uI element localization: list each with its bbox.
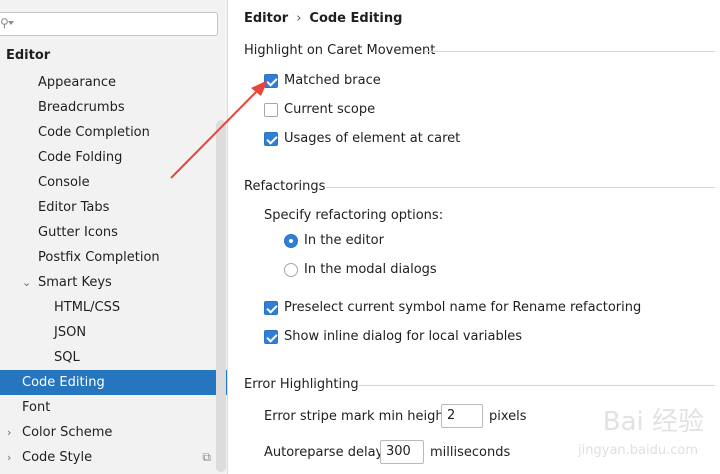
section-title-error-highlighting: Error Highlighting: [244, 377, 359, 392]
option-label: Show inline dialog for local variables: [284, 329, 523, 344]
tree-item-label: Code Style: [22, 450, 93, 465]
tree-item-editor-tabs[interactable]: Editor Tabs: [0, 195, 227, 220]
current-scope-checkbox[interactable]: [264, 103, 278, 117]
copy-icon: ⧉: [202, 450, 211, 464]
stripe-height-label: Error stripe mark min height:: [264, 409, 454, 424]
inline-dialog-checkbox[interactable]: [264, 330, 278, 344]
breadcrumb-root[interactable]: Editor: [244, 11, 288, 26]
tree-item-label: Code Completion: [38, 125, 150, 140]
search-input[interactable]: ⚲: [0, 12, 218, 36]
tree-item-postfix-completion[interactable]: Postfix Completion: [0, 245, 227, 270]
tree-item-label: Color Scheme: [22, 425, 113, 440]
tree-item-label: JSON: [54, 325, 87, 340]
tree-item-label: HTML/CSS: [54, 300, 121, 315]
breadcrumb: Editor › Code Editing: [244, 11, 402, 26]
in-editor-radio[interactable]: [284, 234, 298, 248]
settings-sidebar: ⚲ Editor Appearance Breadcrumbs Code Com…: [0, 0, 228, 474]
tree-item-appearance[interactable]: Appearance: [0, 70, 227, 95]
breadcrumb-separator: ›: [296, 11, 302, 26]
option-label: Preselect current symbol name for Rename…: [284, 300, 642, 315]
tree-item-html-css[interactable]: HTML/CSS: [0, 295, 227, 320]
tree-item-label: Smart Keys: [38, 275, 112, 290]
tree-item-code-completion[interactable]: Code Completion: [0, 120, 227, 145]
autoreparse-unit: milliseconds: [430, 445, 511, 460]
tree-item-label: Breadcrumbs: [38, 100, 125, 115]
breadcrumb-current: Code Editing: [309, 11, 403, 26]
usages-checkbox[interactable]: [264, 132, 278, 146]
tree-item-font[interactable]: Font: [0, 395, 227, 420]
radio-label: In the editor: [304, 233, 384, 248]
tree-item-color-scheme[interactable]: › Color Scheme: [0, 420, 227, 445]
tree-item-gutter-icons[interactable]: Gutter Icons: [0, 220, 227, 245]
option-label: Matched brace: [284, 73, 381, 88]
tree-item-label: SQL: [54, 350, 80, 365]
in-modal-dialogs-radio[interactable]: [284, 263, 298, 277]
specify-refactoring-label: Specify refactoring options:: [264, 208, 444, 223]
option-label: Current scope: [284, 102, 376, 117]
tree-item-label: Console: [38, 175, 90, 190]
tree-header-editor[interactable]: Editor: [6, 48, 50, 63]
tree-item-label: Font: [22, 400, 51, 415]
tree-item-label: Postfix Completion: [38, 250, 160, 265]
section-title-highlight: Highlight on Caret Movement: [244, 43, 436, 58]
chevron-right-icon[interactable]: ›: [7, 420, 11, 445]
radio-label: In the modal dialogs: [304, 262, 437, 277]
tree-item-label: Code Editing: [22, 375, 105, 390]
search-history-caret-icon[interactable]: [8, 21, 14, 25]
tree-item-smart-keys[interactable]: ⌄ Smart Keys: [0, 270, 227, 295]
tree-item-label: Code Folding: [38, 150, 123, 165]
tree-item-label: Gutter Icons: [38, 225, 118, 240]
matched-brace-checkbox[interactable]: [264, 74, 278, 88]
section-divider: [425, 51, 715, 52]
tree-item-json[interactable]: JSON: [0, 320, 227, 345]
stripe-height-unit: pixels: [489, 409, 527, 424]
section-divider: [326, 187, 715, 188]
baidu-jingyan-watermark: Bai 经验: [602, 407, 704, 437]
preselect-checkbox[interactable]: [264, 301, 278, 315]
tree-item-label: Editor Tabs: [38, 200, 110, 215]
tree-item-code-folding[interactable]: Code Folding: [0, 145, 227, 170]
section-divider: [359, 385, 715, 386]
autoreparse-input[interactable]: 300: [380, 440, 424, 464]
tree-item-sql[interactable]: SQL: [0, 345, 227, 370]
autoreparse-label: Autoreparse delay:: [264, 445, 387, 460]
stripe-height-input[interactable]: 2: [441, 404, 483, 428]
chevron-down-icon[interactable]: ⌄: [22, 270, 31, 295]
tree-item-code-style[interactable]: › Code Style ⧉: [0, 445, 227, 470]
section-title-refactorings: Refactorings: [244, 179, 326, 194]
sidebar-scrollbar[interactable]: [216, 120, 226, 472]
tree-item-code-editing[interactable]: Code Editing: [0, 370, 227, 395]
tree-item-console[interactable]: Console: [0, 170, 227, 195]
tree-item-breadcrumbs[interactable]: Breadcrumbs: [0, 95, 227, 120]
option-label: Usages of element at caret: [284, 131, 461, 146]
tree-item-label: Appearance: [38, 75, 117, 90]
baidu-jingyan-watermark-url: jingyan.baidu.com: [578, 443, 698, 458]
chevron-right-icon[interactable]: ›: [7, 445, 11, 470]
